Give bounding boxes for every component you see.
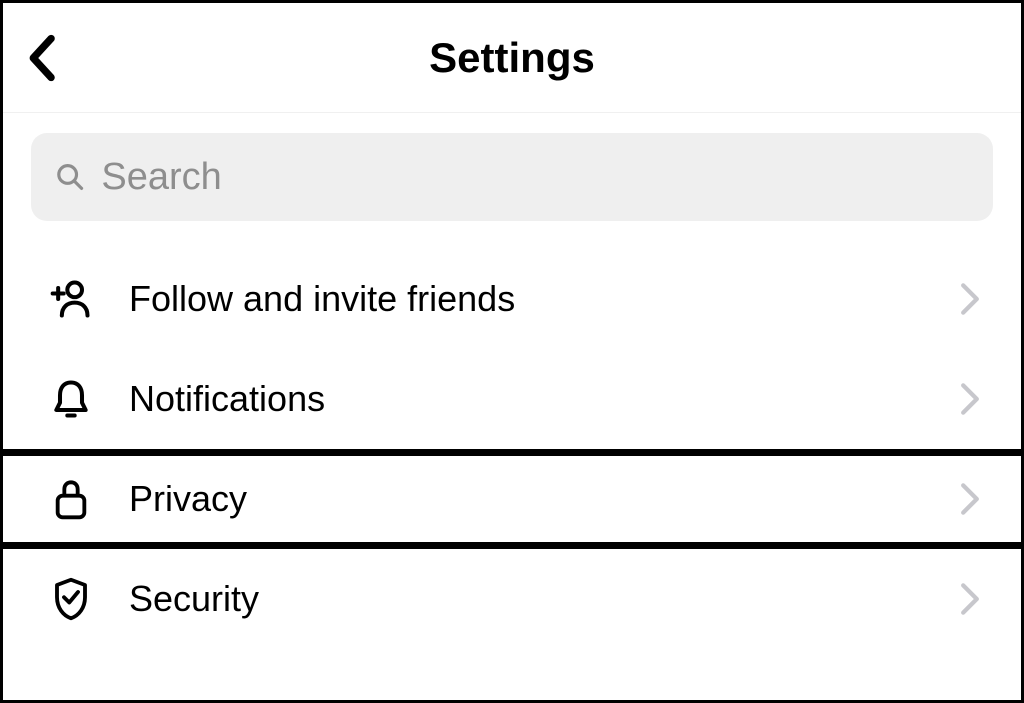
- shield-check-icon: [49, 577, 93, 621]
- settings-list: Follow and invite friends Notifications …: [3, 231, 1021, 649]
- lock-icon: [49, 477, 93, 521]
- chevron-right-icon: [959, 282, 981, 316]
- chevron-right-icon: [959, 482, 981, 516]
- item-label: Follow and invite friends: [129, 278, 923, 320]
- bell-icon: [49, 377, 93, 421]
- item-label: Privacy: [129, 478, 923, 520]
- chevron-right-icon: [959, 382, 981, 416]
- page-title: Settings: [429, 34, 595, 82]
- back-button[interactable]: [23, 32, 63, 84]
- settings-item-security[interactable]: Security: [3, 549, 1021, 649]
- search-input[interactable]: [101, 156, 969, 199]
- item-label: Security: [129, 578, 923, 620]
- chevron-right-icon: [959, 582, 981, 616]
- item-label: Notifications: [129, 378, 923, 420]
- settings-item-notifications[interactable]: Notifications: [3, 349, 1021, 449]
- header: Settings: [3, 3, 1021, 113]
- add-friend-icon: [49, 277, 93, 321]
- search-icon: [55, 161, 85, 193]
- chevron-left-icon: [23, 32, 63, 84]
- search-container: [3, 113, 1021, 231]
- search-bar[interactable]: [31, 133, 993, 221]
- settings-item-privacy[interactable]: Privacy: [0, 449, 1024, 549]
- settings-item-follow-invite[interactable]: Follow and invite friends: [3, 249, 1021, 349]
